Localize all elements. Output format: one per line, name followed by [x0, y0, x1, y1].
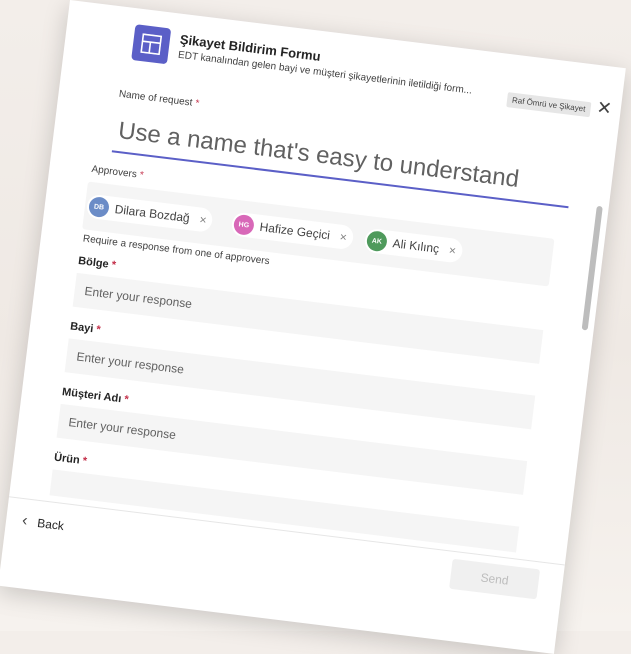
name-of-request-label: Name of request * [118, 89, 200, 110]
approver-chip: HG Hafize Geçici × [230, 211, 355, 251]
avatar: AK [365, 230, 389, 253]
required-mark: * [110, 259, 117, 272]
approvers-label: Approvers * [91, 164, 144, 181]
bayi-label-text: Bayi [69, 320, 95, 336]
musteri-adi-label: Müşteri Adı * [61, 386, 129, 406]
bolge-label: Bölge * [78, 255, 117, 272]
approver-chip: DB Dilara Bozdağ × [85, 193, 214, 233]
back-label: Back [36, 515, 65, 534]
required-mark: * [81, 455, 88, 468]
approvers-label-text: Approvers [90, 163, 138, 181]
urun-label: Ürün * [53, 452, 87, 468]
scrollbar-thumb[interactable] [581, 205, 603, 331]
approver-name: Dilara Bozdağ [114, 202, 191, 226]
required-mark: * [139, 169, 145, 182]
required-mark: * [123, 393, 130, 407]
request-form-dialog: Şikayet Bildirim Formu EDT kanalından ge… [0, 0, 626, 654]
bolge-label-text: Bölge [77, 254, 110, 271]
name-of-request-label-text: Name of request [118, 88, 193, 109]
avatar: DB [87, 195, 111, 219]
required-mark: * [95, 323, 102, 337]
approver-chip: AK Ali Kılınç × [363, 227, 464, 264]
chevron-left-icon: ‹ [21, 512, 29, 530]
required-mark: * [194, 98, 200, 110]
close-icon[interactable]: ✕ [596, 97, 613, 119]
musteri-adi-label-text: Müşteri Adı [61, 386, 122, 406]
form-app-icon [131, 24, 172, 65]
bayi-label: Bayi * [69, 321, 101, 337]
approver-name: Hafize Geçici [258, 219, 331, 243]
approver-name: Ali Kılınç [391, 236, 440, 256]
remove-approver-icon[interactable]: × [199, 212, 208, 227]
back-button[interactable]: ‹ Back [21, 512, 65, 535]
form-subtitle: EDT kanalından gelen bayi ve müşteri şik… [177, 49, 473, 97]
urun-label-text: Ürün [53, 451, 81, 467]
send-button[interactable]: Send [449, 558, 541, 600]
remove-approver-icon[interactable]: × [448, 243, 457, 258]
remove-approver-icon[interactable]: × [339, 230, 348, 245]
category-tag: Raf Ömrü ve Şikayet [506, 92, 592, 118]
avatar: HG [232, 213, 256, 237]
